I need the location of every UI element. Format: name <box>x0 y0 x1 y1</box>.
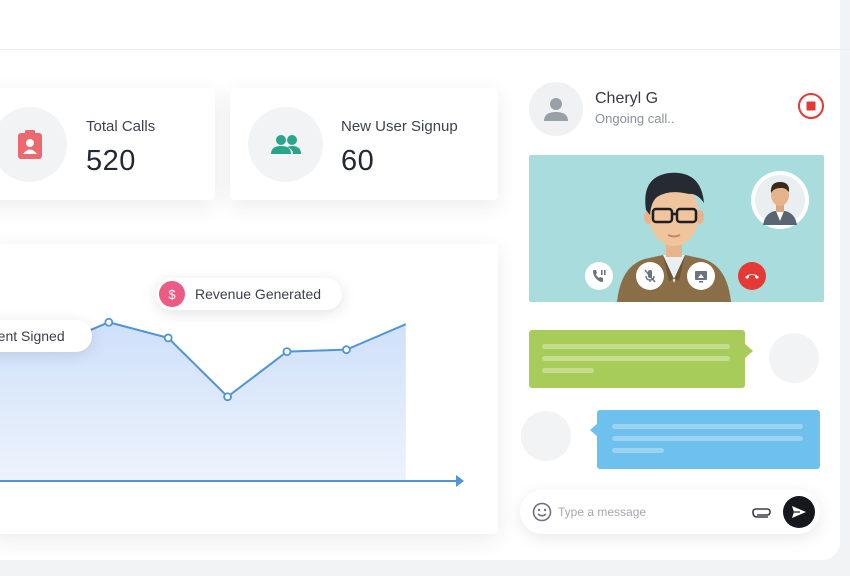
hold-call-button[interactable] <box>585 262 613 290</box>
message-bubble-received <box>597 410 820 469</box>
send-button[interactable] <box>783 496 815 528</box>
stat-icon-wrap <box>0 107 67 182</box>
end-call-icon <box>745 274 759 279</box>
pause-call-icon <box>593 270 606 282</box>
data-point[interactable] <box>282 347 292 357</box>
call-status: Ongoing call.. <box>595 111 675 126</box>
users-icon <box>270 134 301 154</box>
message-line <box>542 356 730 361</box>
topbar-divider <box>0 49 850 50</box>
data-point[interactable] <box>163 333 173 343</box>
user-icon <box>544 98 568 121</box>
emoji-icon[interactable] <box>532 502 552 522</box>
stat-value: 520 <box>86 145 136 177</box>
x-axis-arrow <box>456 475 464 487</box>
annotation-label: Revenue Generated <box>195 286 322 302</box>
avatar <box>769 333 819 383</box>
share-screen-icon <box>695 271 707 283</box>
message-line <box>542 344 730 349</box>
caller-name: Cheryl G <box>595 90 659 107</box>
annotation-revenue-generated: $ Revenue Generated <box>156 278 342 310</box>
stat-card-new-user-signup: New User Signup 60 <box>230 88 498 200</box>
annotation-label: ment Signed <box>0 328 65 344</box>
stat-label: New User Signup <box>341 118 458 135</box>
avatar <box>529 82 583 136</box>
paperclip-icon[interactable] <box>751 505 773 519</box>
mute-mic-icon <box>644 269 656 283</box>
stat-icon-wrap <box>248 107 323 182</box>
mute-button[interactable] <box>636 262 664 290</box>
video-call-view <box>529 155 824 302</box>
stat-card-total-calls: Total Calls 520 <box>0 88 215 200</box>
send-icon <box>792 506 806 518</box>
video-participant <box>617 171 809 302</box>
message-line <box>612 448 664 453</box>
message-bubble-sent <box>529 330 745 388</box>
message-composer <box>520 490 820 534</box>
avatar <box>521 411 571 461</box>
chart-card: ment Signed $ Revenue Generated <box>0 244 498 534</box>
call-chat-panel: Cheryl G Ongoing call.. <box>512 64 838 556</box>
message-line <box>612 436 803 441</box>
bubble-tail <box>745 344 753 358</box>
stop-recording-button[interactable] <box>797 92 825 120</box>
stat-value: 60 <box>341 145 375 177</box>
data-point[interactable] <box>341 345 351 355</box>
stat-label: Total Calls <box>86 118 156 135</box>
message-line <box>612 424 803 429</box>
message-line <box>542 368 594 373</box>
data-point[interactable] <box>223 392 233 402</box>
share-screen-button[interactable] <box>687 262 715 290</box>
message-input[interactable] <box>558 502 738 522</box>
end-call-button[interactable] <box>738 262 766 290</box>
dollar-icon: $ <box>159 281 185 307</box>
contact-card-icon <box>17 129 42 159</box>
annotation-agreement-signed: ment Signed <box>0 320 92 352</box>
data-point[interactable] <box>104 317 114 327</box>
